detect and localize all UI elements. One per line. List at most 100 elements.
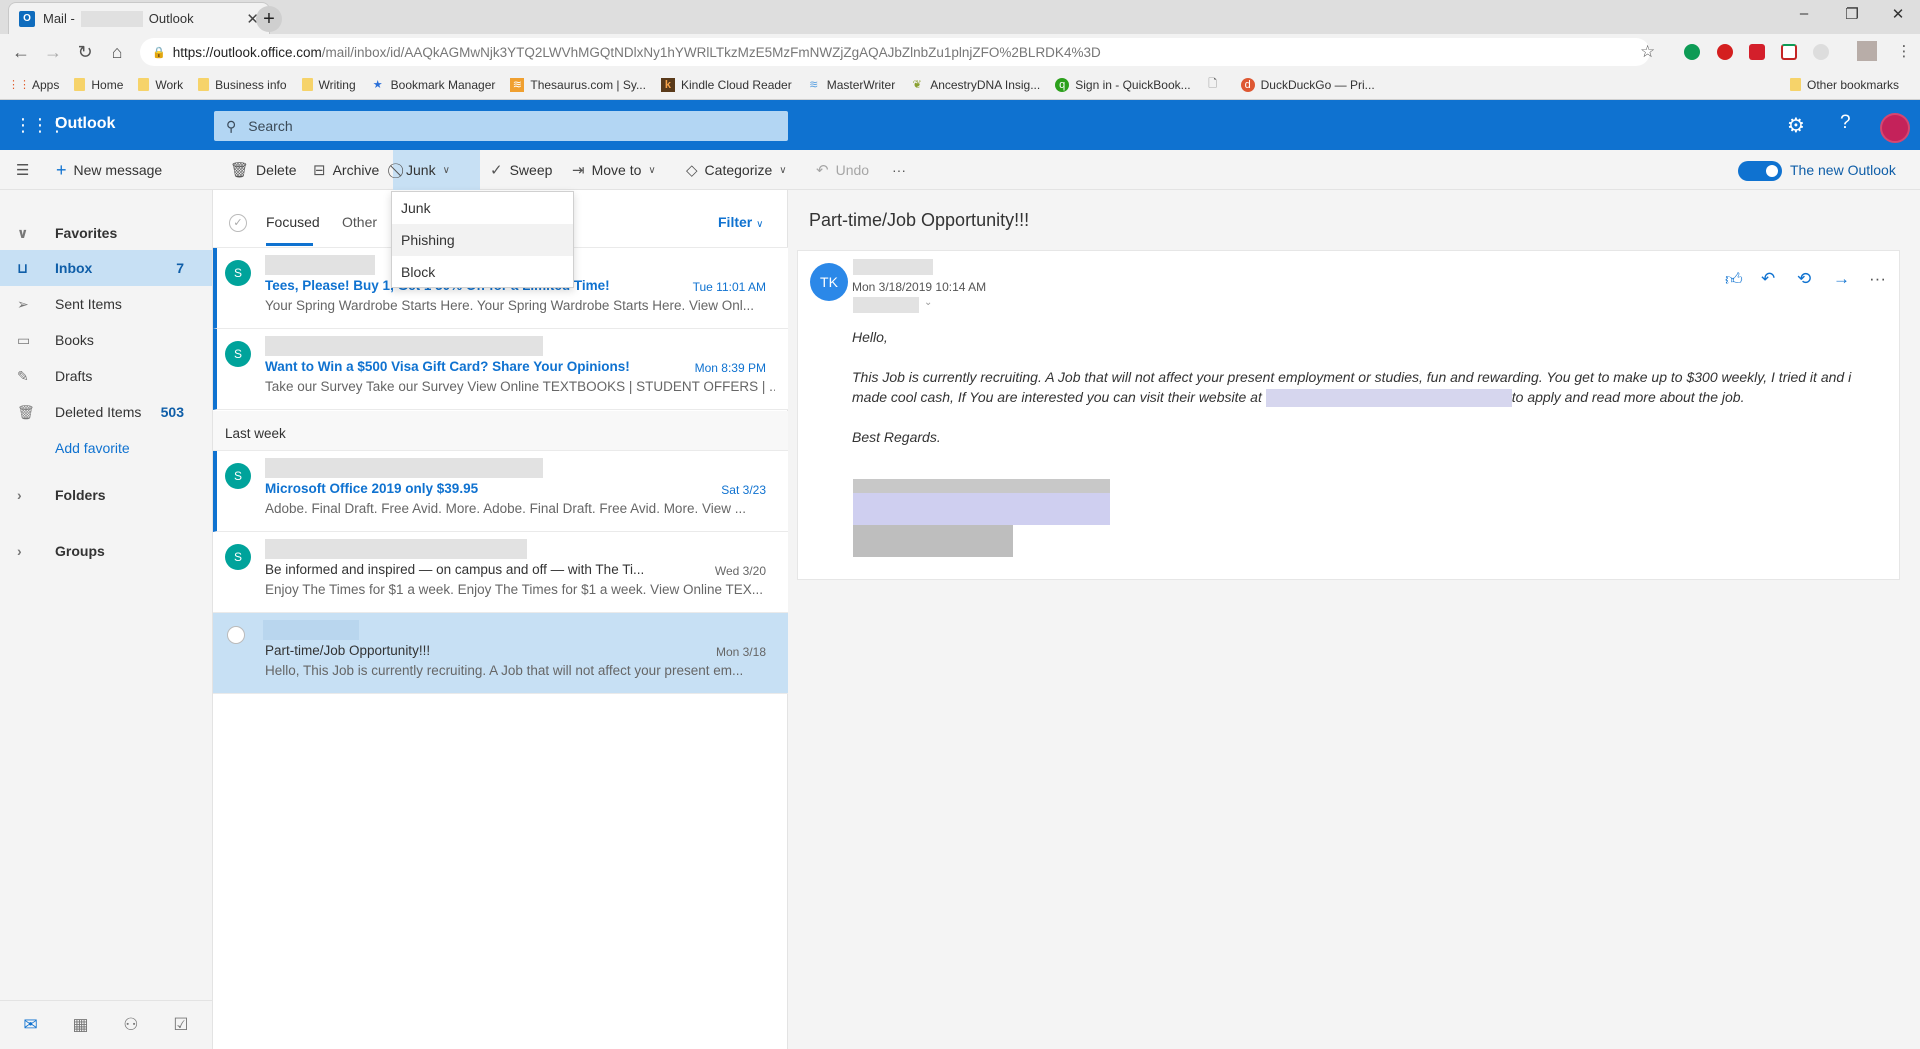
broom-icon: ✓: [490, 162, 503, 179]
bookmark-kindle[interactable]: k Kindle Cloud Reader: [660, 77, 792, 92]
email-body: Hello, This Job is currently recruiting.…: [852, 327, 1882, 467]
calendar-icon[interactable]: ▦: [72, 1015, 88, 1035]
search-input[interactable]: ⚲ Search: [214, 111, 788, 141]
restore-icon[interactable]: ❐: [1832, 5, 1872, 23]
redacted-link[interactable]: [1265, 389, 1512, 408]
filter-button[interactable]: Filter ∨: [718, 214, 763, 230]
bookmark-quickbooks[interactable]: q Sign in - QuickBook...: [1055, 77, 1191, 92]
browser-menu-icon[interactable]: ⋮: [1893, 42, 1915, 60]
extension-grey-icon[interactable]: [1813, 44, 1829, 60]
forward-icon[interactable]: →: [42, 42, 64, 63]
bookmark-work[interactable]: Work: [138, 78, 183, 92]
new-tab-button[interactable]: +: [256, 6, 282, 32]
categorize-button[interactable]: ◇ Categorize ∨: [680, 150, 793, 190]
apps-grid-icon: ⋮⋮: [8, 79, 30, 91]
groups-header[interactable]: › Groups: [0, 533, 212, 569]
sidebar-item-deleted-items[interactable]: 🗑 Deleted Items 503: [0, 394, 212, 430]
expand-recipients-icon[interactable]: ⌄: [924, 297, 932, 308]
profile-icon[interactable]: [1857, 41, 1877, 61]
bookmark-duckduckgo[interactable]: d DuckDuckGo — Pri...: [1240, 77, 1375, 92]
email-subject: Part-time/Job Opportunity!!!: [809, 210, 1030, 230]
mail-icon[interactable]: ✉: [23, 1015, 37, 1035]
sidebar-item-drafts[interactable]: ✎ Drafts: [0, 358, 212, 394]
trash-icon: 🗑: [230, 162, 250, 179]
forward-icon[interactable]: →: [1833, 269, 1850, 289]
menu-item-phishing[interactable]: Phishing: [392, 224, 573, 256]
close-window-icon[interactable]: ✕: [1878, 5, 1918, 23]
message-subject: Be informed and inspired — on campus and…: [265, 562, 645, 577]
add-favorite-link[interactable]: Add favorite: [0, 430, 212, 466]
message-item[interactable]: S Be informed and inspired — on campus a…: [213, 532, 788, 613]
kindle-icon: k: [660, 77, 675, 92]
tab-focused[interactable]: Focused: [266, 214, 320, 230]
move-to-button[interactable]: ⇥ Move to ∨: [566, 150, 662, 190]
sidebar-item-sent-items[interactable]: ➢ Sent Items: [0, 286, 212, 322]
minimize-icon[interactable]: –: [1784, 5, 1824, 22]
like-icon[interactable]: 👍︎: [1725, 269, 1743, 290]
tab-title-prefix: Mail -: [43, 11, 75, 26]
menu-item-block[interactable]: Block: [392, 256, 573, 288]
sent-timestamp: Mon 3/18/2019 10:14 AM: [852, 280, 987, 294]
browser-tab[interactable]: O Mail - Outlook ✕: [8, 2, 270, 34]
help-icon[interactable]: ?: [1840, 112, 1851, 134]
back-icon[interactable]: ←: [10, 42, 32, 63]
undo-button[interactable]: ↶ Undo: [810, 150, 875, 190]
extension-red-icon[interactable]: [1749, 44, 1765, 60]
bookmark-star-icon[interactable]: ☆: [1640, 42, 1655, 62]
redacted-sender: [265, 255, 375, 275]
reply-icon[interactable]: ↶: [1761, 269, 1775, 289]
select-all-checkbox[interactable]: ✓: [229, 214, 247, 232]
trash-icon: 🗑: [17, 403, 35, 420]
message-item-selected[interactable]: Part-time/Job Opportunity!!! Mon 3/18 He…: [213, 613, 788, 694]
bookmark-business-info[interactable]: Business info: [198, 78, 287, 92]
bookmark-page[interactable]: 🗋: [1206, 78, 1226, 92]
message-date: Wed 3/20: [714, 564, 766, 578]
new-message-button[interactable]: + New message: [50, 150, 168, 190]
folders-header[interactable]: › Folders: [0, 477, 212, 513]
new-outlook-toggle[interactable]: [1738, 161, 1782, 181]
archive-button[interactable]: ⊟ Archive: [307, 150, 385, 190]
sweep-button[interactable]: ✓ Sweep: [484, 150, 558, 190]
delete-button[interactable]: 🗑 Delete: [224, 150, 303, 190]
bookmark-manager[interactable]: ★ Bookmark Manager: [371, 78, 496, 92]
select-checkbox[interactable]: [227, 626, 245, 644]
bookmark-apps[interactable]: ⋮⋮ Apps: [8, 78, 59, 92]
sidebar-item-books[interactable]: ▭ Books: [0, 322, 212, 358]
junk-button[interactable]: ⃠Junk∨: [393, 150, 480, 190]
favorites-header[interactable]: ∨ Favorites: [0, 215, 212, 251]
reload-icon[interactable]: ↻: [74, 42, 96, 63]
tab-other[interactable]: Other: [342, 214, 377, 230]
user-avatar[interactable]: [1880, 113, 1910, 143]
more-actions-button[interactable]: ···: [886, 150, 912, 190]
message-item[interactable]: S Microsoft Office 2019 only $39.95 Sat …: [213, 451, 788, 532]
settings-gear-icon[interactable]: ⚙: [1787, 113, 1805, 138]
extension-mcafee-icon[interactable]: [1781, 44, 1797, 60]
people-icon[interactable]: ⚇: [123, 1015, 138, 1035]
extension-adblock-icon[interactable]: [1717, 44, 1733, 60]
folder-pane: ∨ Favorites ⊔ Inbox 7 ➢ Sent Items ▭ Books ✎ D…: [0, 190, 213, 1049]
menu-item-junk[interactable]: Junk: [392, 192, 573, 224]
message-item[interactable]: S Want to Win a $500 Visa Gift Card? Sha…: [213, 329, 788, 410]
more-icon[interactable]: ···: [1869, 269, 1886, 289]
address-toolbar: ← → ↻ ⌂ 🔒 https://outlook.office.com/mai…: [0, 34, 1920, 70]
bookmark-ancestry[interactable]: ❦ AncestryDNA Insig...: [910, 78, 1041, 92]
reading-pane: Part-time/Job Opportunity!!! TK Mon 3/18…: [789, 190, 1920, 1049]
nav-toggle-button[interactable]: ☰: [10, 150, 42, 190]
extension-green-icon[interactable]: [1684, 44, 1700, 60]
bookmark-masterwriter[interactable]: ≋ MasterWriter: [807, 78, 895, 92]
message-date: Tue 11:01 AM: [692, 280, 766, 294]
message-subject: Part-time/Job Opportunity!!!: [265, 643, 431, 658]
home-icon[interactable]: ⌂: [106, 42, 128, 63]
bookmark-writing[interactable]: Writing: [301, 78, 356, 92]
reply-all-icon[interactable]: ⟲: [1797, 269, 1811, 289]
bookmark-home[interactable]: Home: [74, 78, 123, 92]
url-bar[interactable]: 🔒 https://outlook.office.com/mail/inbox/…: [140, 38, 1650, 66]
app-name[interactable]: Outlook: [55, 115, 115, 133]
tasks-icon[interactable]: ☑: [173, 1015, 188, 1035]
other-bookmarks[interactable]: Other bookmarks: [1790, 78, 1899, 92]
chevron-right-icon: ›: [17, 487, 22, 503]
sidebar-item-inbox[interactable]: ⊔ Inbox 7: [0, 250, 212, 286]
bookmark-thesaurus[interactable]: ≋ Thesaurus.com | Sy...: [510, 77, 646, 92]
sender-avatar[interactable]: TK: [810, 263, 848, 301]
thesaurus-icon: ≋: [510, 77, 525, 92]
